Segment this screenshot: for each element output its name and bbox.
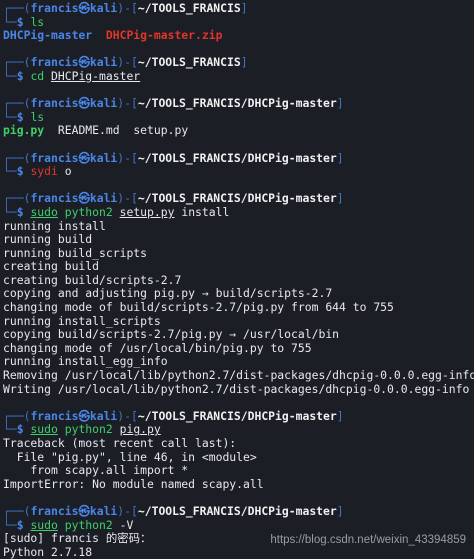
- output-line: running build_scripts: [3, 245, 148, 260]
- traceback-line: File "pig.py", line 46, in <module>: [3, 449, 257, 464]
- prompt-header: ┌──(francis㉿kali)-[~/TOOLS_FRANCIS/DHCPi…: [3, 408, 344, 423]
- prompt-header: ┌──(francis㉿kali)-[~/TOOLS_FRANCIS]: [3, 1, 248, 15]
- prompt-command-line: └─$ sydi o: [3, 164, 72, 179]
- output-line: creating build: [3, 259, 100, 274]
- prompt-command-line: └─$ sudo python2 pig.py: [3, 422, 161, 437]
- output-line: Removing /usr/local/lib/python2.7/dist-p…: [3, 368, 474, 383]
- ls-output: pig.py README.md setup.py: [3, 123, 189, 138]
- prompt-command-line: └─$ sudo python2 -V: [3, 517, 134, 532]
- traceback-line: Traceback (most recent call last):: [3, 436, 237, 450]
- prompt-header: ┌──(francis㉿kali)-[~/TOOLS_FRANCIS/DHCPi…: [3, 503, 344, 518]
- ls-output: DHCPig-master DHCPig-master.zip: [3, 28, 223, 43]
- output-line: copying build/scripts-2.7/pig.py → /usr/…: [3, 327, 340, 342]
- output-line: changing mode of /usr/local/bin/pig.py t…: [3, 340, 312, 355]
- prompt-header: ┌──(francis㉿kali)-[~/TOOLS_FRANCIS/DHCPi…: [3, 191, 344, 206]
- output-line: running install: [3, 218, 106, 233]
- prompt-command-line: └─$ cd DHCPig-master: [3, 68, 141, 83]
- prompt-command-line: └─$ ls: [3, 109, 45, 124]
- output-line: copying and adjusting pig.py → build/scr…: [3, 286, 333, 301]
- watermark-url: https://blog.csdn.net/weixin_43394859: [270, 534, 466, 547]
- traceback-line: ImportError: No module named scapy.all: [3, 476, 264, 491]
- output-line: running install_scripts: [3, 313, 161, 328]
- prompt-header: ┌──(francis㉿kali)-[~/TOOLS_FRANCIS/DHCPi…: [3, 96, 344, 111]
- output-line: Writing /usr/local/lib/python2.7/dist-pa…: [3, 381, 470, 396]
- prompt-command-line: └─$ ls: [3, 14, 45, 29]
- output-line: creating build/scripts-2.7: [3, 272, 182, 287]
- output-line: running install_egg_info: [3, 354, 168, 369]
- output-line: running build: [3, 232, 93, 247]
- traceback-line: from scapy.all import *: [3, 463, 189, 478]
- prompt-command-line: └─$ sudo python2 setup.py install: [3, 204, 230, 219]
- prompt-header: ┌──(francis㉿kali)-[~/TOOLS_FRANCIS/DHCPi…: [3, 150, 344, 165]
- prompt-header: ┌──(francis㉿kali)-[~/TOOLS_FRANCIS]: [3, 55, 248, 70]
- terminal-output[interactable]: ┌──(francis㉿kali)-[~/TOOLS_FRANCIS] └─$ …: [3, 1, 474, 559]
- output-line: changing mode of build/scripts-2.7/pig.p…: [3, 300, 394, 315]
